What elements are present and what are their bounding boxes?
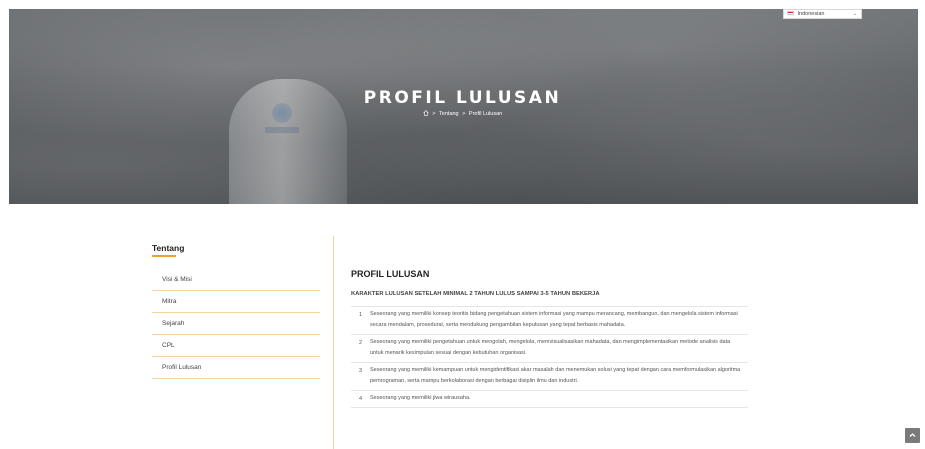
chevron-down-icon: ⌄ xyxy=(852,11,857,17)
scroll-to-top-button[interactable] xyxy=(905,428,920,443)
language-select[interactable]: Indonesian ⌄ xyxy=(783,9,862,19)
section-title: PROFIL LULUSAN xyxy=(351,269,430,279)
breadcrumb-separator: > xyxy=(432,111,436,117)
breadcrumb-item-current: Profil Lulusan xyxy=(468,111,503,117)
home-icon[interactable] xyxy=(423,110,429,118)
row-number: 3 xyxy=(358,368,363,374)
sidebar-title: Tentang xyxy=(152,243,185,253)
table-row: 1 Seseorang yang memiliki konsep teoriti… xyxy=(351,307,748,335)
sidebar-item-mitra[interactable]: Mitra xyxy=(152,291,320,313)
row-text: Seseorang yang memiliki kemampuan untuk … xyxy=(370,367,741,384)
row-number: 2 xyxy=(358,340,363,346)
page-title: PROFIL LULUSAN xyxy=(363,88,562,108)
table-row: 4 Seseorang yang memiliki jiwa wirausaha… xyxy=(351,391,748,408)
sidebar-item-cpl[interactable]: CPL xyxy=(152,335,320,357)
sidebar-menu: Visi & Misi Mitra Sejarah CPL Profil Lul… xyxy=(152,269,320,379)
row-text: Seseorang yang memiliki pengetahuan untu… xyxy=(370,339,731,356)
building-sign xyxy=(265,127,299,133)
indonesia-flag-icon xyxy=(787,11,794,15)
chevron-up-icon xyxy=(909,433,916,437)
section-subtitle: KARAKTER LULUSAN SETELAH MINIMAL 2 TAHUN… xyxy=(351,291,600,297)
sidebar-title-underline xyxy=(152,255,176,257)
row-text: Seseorang yang memiliki jiwa wirausaha. xyxy=(370,395,471,401)
sidebar-item-sejarah[interactable]: Sejarah xyxy=(152,313,320,335)
row-number: 4 xyxy=(358,396,363,402)
profile-table: 1 Seseorang yang memiliki konsep teoriti… xyxy=(351,306,748,408)
row-text: Seseorang yang memiliki konsep teoritis … xyxy=(370,311,738,328)
breadcrumb-separator: > xyxy=(462,111,466,117)
content-divider xyxy=(333,236,334,449)
table-row: 2 Seseorang yang memiliki pengetahuan un… xyxy=(351,335,748,363)
table-row: 3 Seseorang yang memiliki kemampuan untu… xyxy=(351,363,748,391)
language-select-value: Indonesian xyxy=(797,11,825,17)
sidebar-item-profil-lulusan[interactable]: Profil Lulusan xyxy=(152,357,320,379)
sidebar-item-visi-misi[interactable]: Visi & Misi xyxy=(152,269,320,291)
breadcrumb-item-tentang[interactable]: Tentang xyxy=(439,111,459,117)
breadcrumb: > Tentang > Profil Lulusan xyxy=(0,110,925,118)
row-number: 1 xyxy=(358,312,363,318)
